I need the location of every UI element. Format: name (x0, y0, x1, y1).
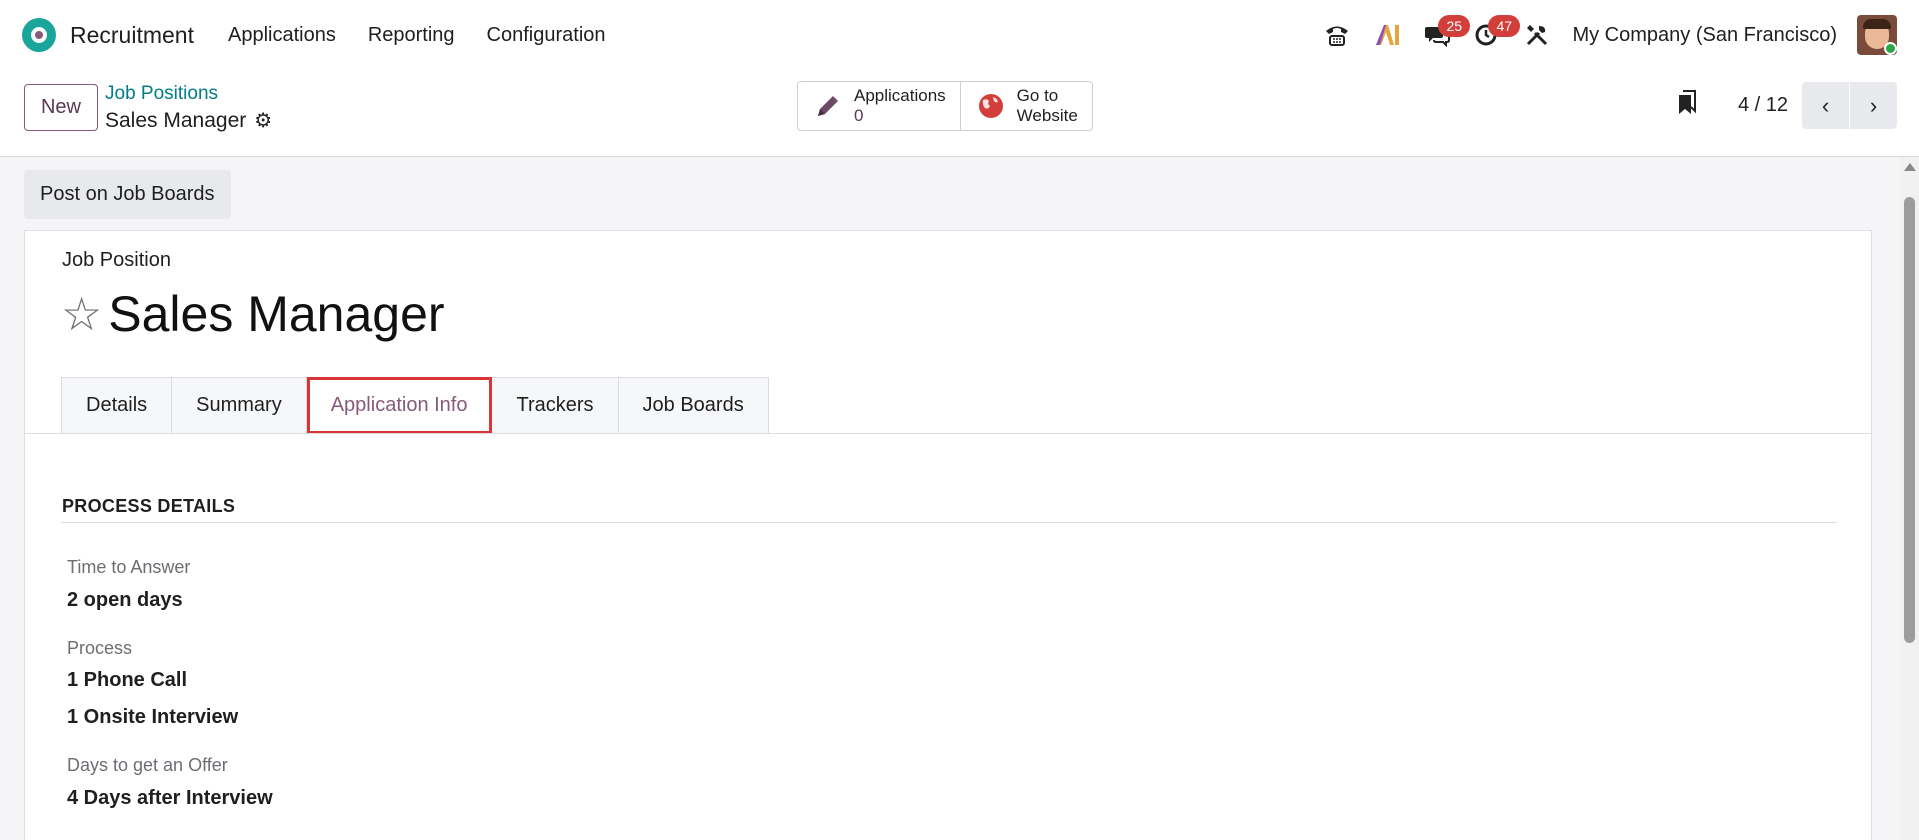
menu-reporting[interactable]: Reporting (352, 24, 471, 47)
tab-summary[interactable]: Summary (172, 377, 307, 434)
process-value-phone-call[interactable]: 1 Phone Call (67, 669, 187, 692)
chevron-left-icon: ‹ (1821, 92, 1830, 118)
top-navbar: Recruitment Applications Reporting Confi… (0, 0, 1919, 70)
time-to-answer-value[interactable]: 2 open days (67, 589, 183, 612)
bookmark-icon[interactable] (1676, 89, 1698, 122)
user-avatar[interactable] (1857, 15, 1897, 55)
vertical-scrollbar[interactable] (1900, 157, 1919, 840)
control-panel: New Job Positions Sales Manager ⚙ Applic… (0, 70, 1919, 157)
pager-next-button[interactable]: › (1850, 82, 1897, 129)
scroll-thumb[interactable] (1904, 197, 1915, 643)
title-row: ☆ Sales Manager (61, 285, 445, 343)
ai-icon[interactable] (1362, 0, 1412, 70)
chevron-right-icon: › (1869, 92, 1878, 118)
gear-icon[interactable]: ⚙ (254, 108, 272, 133)
tab-job-boards[interactable]: Job Boards (618, 377, 769, 434)
brand[interactable]: Recruitment (22, 18, 194, 52)
breadcrumb-job-positions[interactable]: Job Positions (105, 83, 272, 105)
tab-details[interactable]: Details (61, 377, 173, 434)
smart-buttons: Applications 0 Go to Website (797, 81, 1093, 131)
applications-smart-text: Applications 0 (854, 86, 946, 126)
pencil-icon (814, 92, 842, 120)
days-to-offer-value[interactable]: 4 Days after Interview (67, 787, 273, 810)
go-to-website-line1: Go to (1016, 86, 1059, 105)
tabs-divider (25, 433, 1871, 434)
pager: 4 / 12 ‹ › (1676, 82, 1897, 129)
pager-previous-button[interactable]: ‹ (1802, 82, 1849, 129)
record-type-label: Job Position (62, 249, 171, 271)
main-menu: Applications Reporting Configuration (212, 24, 622, 47)
breadcrumb: Job Positions Sales Manager ⚙ (105, 83, 272, 133)
notebook-tabs: Details Summary Application Info Tracker… (61, 377, 769, 434)
new-button[interactable]: New (24, 84, 98, 131)
days-to-offer-label: Days to get an Offer (67, 755, 228, 775)
go-to-website-line2: Website (1016, 106, 1078, 125)
applications-smart-count: 0 (854, 106, 864, 125)
tab-trackers[interactable]: Trackers (492, 377, 619, 434)
pager-value[interactable]: 4 / 12 (1738, 94, 1788, 117)
breadcrumb-current: Sales Manager ⚙ (105, 108, 272, 133)
applications-smart-label: Applications (854, 86, 946, 105)
messages-icon[interactable]: 25 (1412, 0, 1471, 70)
applications-smart-button[interactable]: Applications 0 (798, 82, 960, 130)
section-divider (61, 522, 1837, 523)
go-to-website-button[interactable]: Go to Website (959, 82, 1092, 130)
breadcrumb-current-label: Sales Manager (105, 108, 247, 132)
process-label: Process (67, 638, 133, 658)
process-value-onsite-interview[interactable]: 1 Onsite Interview (67, 706, 238, 729)
activity-clock-icon[interactable]: 47 (1462, 0, 1521, 70)
company-switcher[interactable]: My Company (San Francisco) (1572, 24, 1837, 47)
go-to-website-text: Go to Website (1017, 86, 1078, 126)
online-status-icon (1884, 42, 1897, 55)
form-sheet: Job Position ☆ Sales Manager Details Sum… (24, 230, 1872, 840)
menu-configuration[interactable]: Configuration (471, 24, 622, 47)
section-process-details: PROCESS DETAILS (62, 496, 236, 516)
form-view: Post on Job Boards Job Position ☆ Sales … (0, 157, 1900, 840)
post-on-job-boards-button[interactable]: Post on Job Boards (24, 170, 231, 219)
systray: 25 47 My Company (San Francisco) (1312, 0, 1919, 70)
avatar-hair (1863, 19, 1891, 29)
menu-applications[interactable]: Applications (212, 24, 352, 47)
globe-icon (977, 92, 1005, 120)
tools-icon[interactable] (1512, 0, 1562, 70)
job-title[interactable]: Sales Manager (108, 285, 444, 343)
phone-icon[interactable] (1312, 0, 1362, 70)
time-to-answer-label: Time to Answer (67, 557, 191, 577)
tab-application-info[interactable]: Application Info (306, 377, 493, 434)
scroll-up-arrow-icon[interactable] (1904, 163, 1916, 171)
star-favorite-icon[interactable]: ☆ (61, 291, 102, 337)
recruitment-logo-icon[interactable] (22, 18, 56, 52)
app-name[interactable]: Recruitment (70, 22, 194, 49)
